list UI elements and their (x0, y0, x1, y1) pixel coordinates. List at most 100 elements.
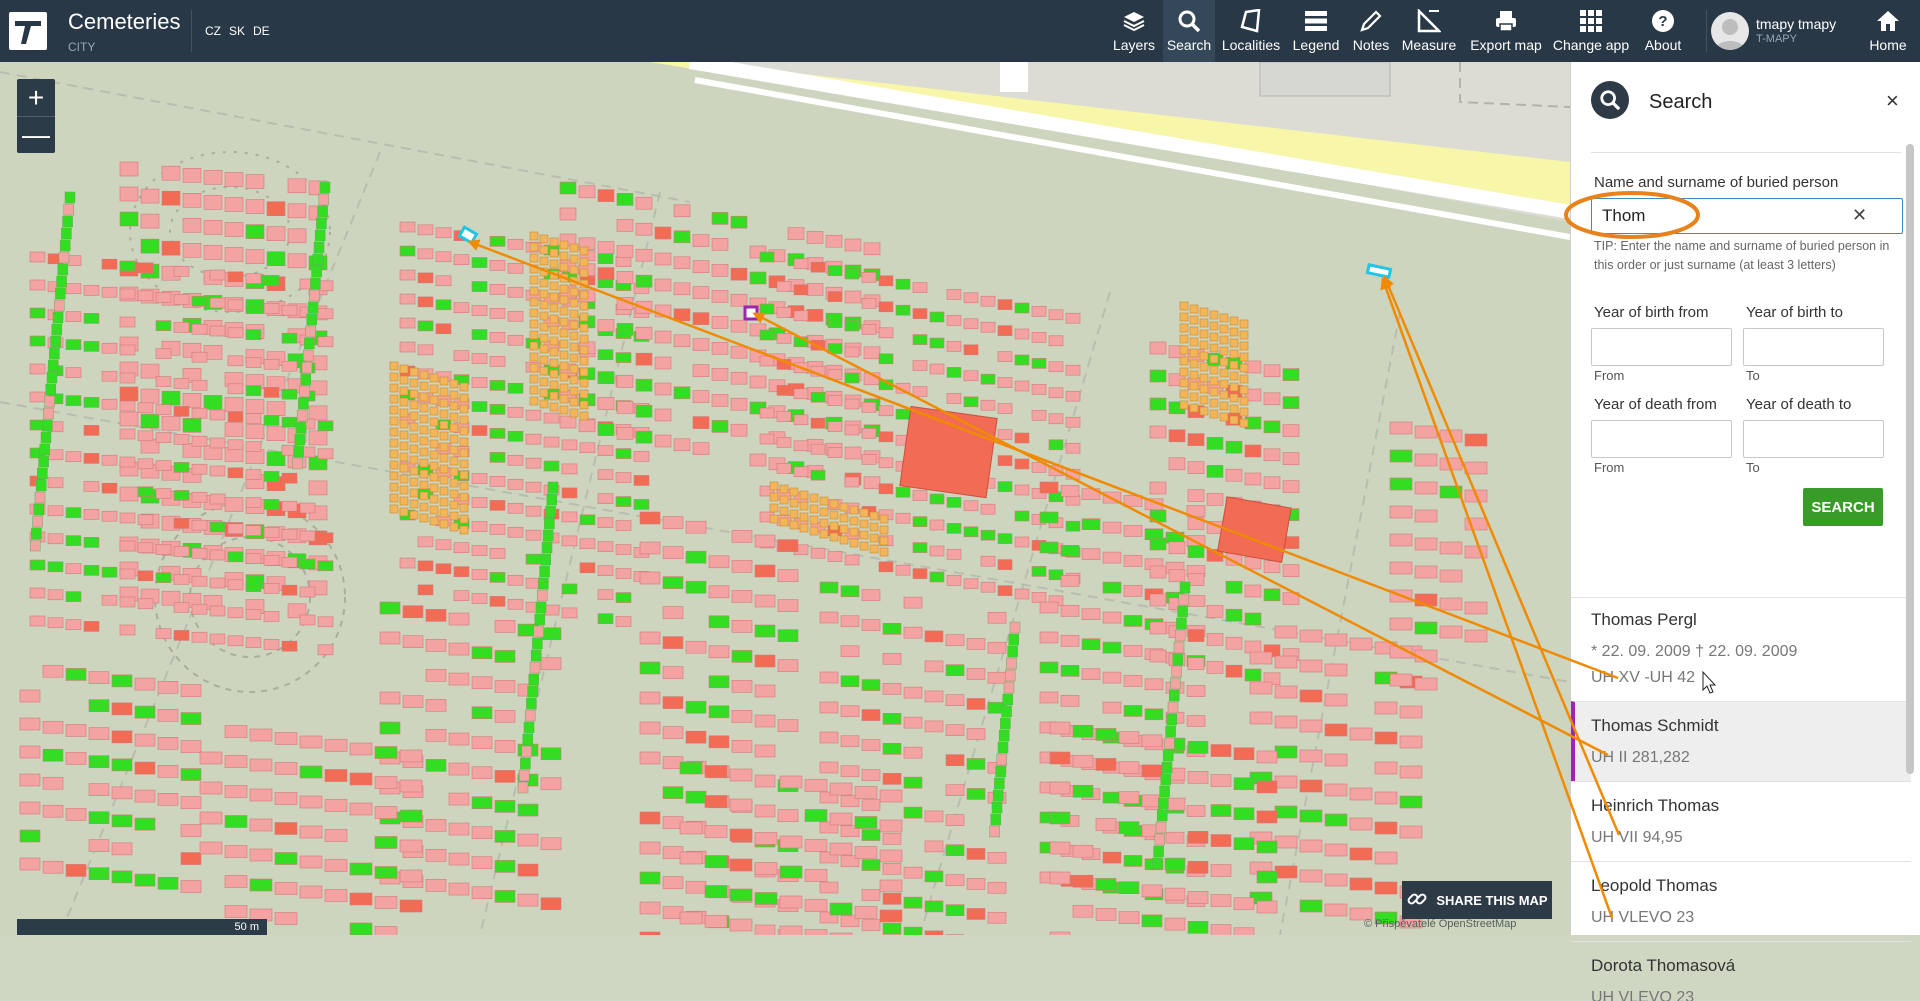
grave-plot[interactable] (925, 811, 943, 822)
grave-plot[interactable] (541, 898, 561, 910)
grave-plot[interactable] (318, 617, 333, 627)
grave-plot[interactable] (730, 829, 752, 841)
grave-plot[interactable] (1300, 630, 1322, 642)
urn-grave[interactable] (1190, 305, 1198, 313)
grave-plot[interactable] (1124, 585, 1142, 596)
grave-plot[interactable] (43, 721, 63, 733)
urn-grave[interactable] (1220, 358, 1228, 366)
urn-grave[interactable] (410, 445, 418, 453)
urn-grave[interactable] (1180, 390, 1188, 398)
grave-plot[interactable] (1152, 858, 1162, 869)
grave-plot[interactable] (655, 279, 671, 291)
grave-plot[interactable] (1124, 645, 1142, 656)
grave-plot[interactable] (1207, 493, 1223, 505)
grave-plot[interactable] (967, 728, 985, 739)
grave-plot[interactable] (990, 826, 1000, 837)
urn-grave[interactable] (450, 468, 458, 476)
grave-plot[interactable] (1103, 552, 1121, 563)
grave-plot[interactable] (112, 843, 132, 855)
grave-plot[interactable] (508, 263, 523, 273)
grave-plot[interactable] (616, 353, 631, 363)
grave-plot[interactable] (674, 387, 690, 399)
grave-plot[interactable] (617, 323, 633, 335)
grave-plot[interactable] (655, 227, 671, 239)
grave-plot[interactable] (640, 512, 660, 524)
urn-grave[interactable] (870, 512, 878, 520)
grave-plot[interactable] (120, 212, 138, 226)
toolbar-change-app[interactable]: Change app (1550, 0, 1632, 62)
grave-plot[interactable] (156, 545, 171, 555)
grave-plot[interactable] (528, 686, 538, 697)
grave-plot[interactable] (598, 190, 614, 202)
urn-grave[interactable] (580, 346, 588, 354)
grave-plot[interactable] (1162, 762, 1172, 773)
grave-plot[interactable] (66, 536, 81, 546)
grave-plot[interactable] (1176, 618, 1186, 629)
grave-plot[interactable] (598, 446, 613, 456)
urn-grave[interactable] (460, 515, 468, 523)
grave-plot[interactable] (760, 252, 774, 262)
grave-plot[interactable] (1415, 678, 1437, 690)
grave-plot[interactable] (750, 454, 766, 466)
grave-plot[interactable] (655, 357, 671, 369)
grave-plot[interactable] (930, 338, 944, 348)
grave-plot[interactable] (913, 309, 927, 319)
grave-plot[interactable] (988, 672, 1006, 683)
urn-grave[interactable] (430, 506, 438, 514)
grave-plot[interactable] (862, 402, 876, 412)
grave-plot[interactable] (66, 312, 81, 322)
grave-plot[interactable] (947, 315, 961, 325)
grave-plot[interactable] (998, 742, 1008, 753)
grave-plot[interactable] (64, 204, 74, 215)
grave-plot[interactable] (1169, 542, 1185, 554)
grave-plot[interactable] (1150, 370, 1166, 382)
grave-plot[interactable] (275, 883, 297, 895)
urn-grave[interactable] (430, 517, 438, 525)
grave-plot[interactable] (210, 466, 225, 476)
grave-plot[interactable] (947, 575, 961, 585)
grave-plot[interactable] (1161, 774, 1171, 785)
grave-plot[interactable] (225, 726, 247, 738)
grave-plot[interactable] (246, 302, 261, 312)
grave-plot[interactable] (883, 713, 901, 724)
urn-grave[interactable] (540, 323, 548, 331)
grave-plot[interactable] (617, 193, 633, 205)
grave-plot[interactable] (1257, 871, 1277, 883)
grave-plot[interactable] (135, 762, 155, 774)
grave-plot[interactable] (541, 748, 561, 760)
grave-plot[interactable] (246, 386, 261, 396)
grave-plot[interactable] (967, 848, 985, 859)
grave-plot[interactable] (210, 578, 225, 588)
grave-plot[interactable] (210, 410, 225, 420)
grave-plot[interactable] (777, 333, 791, 343)
urn-grave[interactable] (440, 476, 448, 484)
grave-plot[interactable] (755, 595, 775, 607)
grave-plot[interactable] (731, 398, 747, 410)
grave-plot[interactable] (864, 373, 880, 385)
grave-plot[interactable] (780, 836, 802, 848)
grave-plot[interactable] (250, 729, 272, 741)
grave-plot[interactable] (820, 882, 838, 893)
grave-plot[interactable] (400, 318, 415, 328)
urn-grave[interactable] (550, 326, 558, 334)
grave-plot[interactable] (181, 797, 201, 809)
grave-plot[interactable] (998, 430, 1012, 440)
grave-plot[interactable] (755, 715, 775, 727)
grave-plot[interactable] (472, 282, 487, 292)
grave-plot[interactable] (1275, 626, 1297, 638)
grave-plot[interactable] (864, 477, 880, 489)
urn-grave[interactable] (1190, 371, 1198, 379)
urn-grave[interactable] (550, 315, 558, 323)
grave-plot[interactable] (541, 778, 561, 790)
urn-grave[interactable] (440, 432, 448, 440)
grave-plot[interactable] (350, 773, 372, 785)
urn-grave[interactable] (390, 461, 398, 469)
grave-plot[interactable] (518, 864, 538, 876)
urn-grave[interactable] (580, 291, 588, 299)
grave-plot[interactable] (66, 592, 81, 602)
grave-plot[interactable] (811, 470, 825, 480)
grave-plot[interactable] (102, 595, 117, 605)
grave-plot[interactable] (981, 556, 995, 566)
grave-plot[interactable] (454, 567, 469, 577)
grave-plot[interactable] (436, 540, 451, 550)
